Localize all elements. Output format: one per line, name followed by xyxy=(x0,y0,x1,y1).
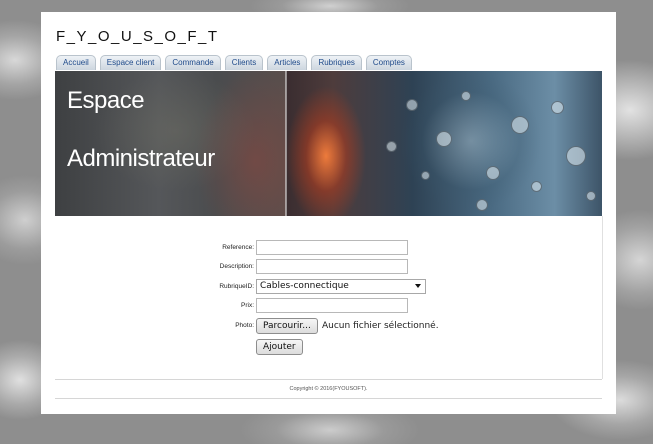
reference-input[interactable] xyxy=(256,240,408,255)
water-drop xyxy=(486,166,500,180)
water-drop xyxy=(461,91,471,101)
water-drop xyxy=(386,141,397,152)
rubrique-selected-value: Cables-connectique xyxy=(260,281,349,291)
add-button[interactable]: Ajouter xyxy=(256,339,303,355)
browse-file-button[interactable]: Parcourir... xyxy=(256,318,318,334)
water-drop xyxy=(551,101,564,114)
nav-tabs: Accueil Espace client Commande Clients A… xyxy=(56,55,416,71)
tab-clients[interactable]: Clients xyxy=(224,55,264,70)
page-container: F_Y_O_U_S_O_F_T Accueil Espace client Co… xyxy=(41,12,616,414)
tab-espace-client[interactable]: Espace client xyxy=(99,55,162,70)
description-label: Description: xyxy=(219,263,254,270)
prix-row: Prix: xyxy=(55,298,602,315)
footer-copyright: Copyright © 2016(FYOUSOFT). xyxy=(289,386,368,392)
water-drop xyxy=(586,191,596,201)
prix-input[interactable] xyxy=(256,298,408,313)
tab-commande[interactable]: Commande xyxy=(165,55,221,70)
rubrique-select[interactable]: Cables-connectique xyxy=(256,279,426,294)
photo-label: Photo: xyxy=(235,322,254,329)
banner-title-line2: Administrateur xyxy=(67,145,215,172)
header-banner: Espace Administrateur xyxy=(55,71,602,216)
rubrique-label: RubriqueID: xyxy=(219,283,254,290)
reference-row: Reference: xyxy=(55,240,602,257)
chevron-down-icon xyxy=(415,284,421,288)
water-drop xyxy=(566,146,586,166)
reference-label: Reference: xyxy=(222,244,254,251)
water-drop xyxy=(421,171,430,180)
site-logo[interactable]: F_Y_O_U_S_O_F_T xyxy=(56,28,219,45)
tab-accueil[interactable]: Accueil xyxy=(56,55,96,70)
tab-comptes[interactable]: Comptes xyxy=(365,55,412,70)
tab-rubriques[interactable]: Rubriques xyxy=(311,55,362,70)
submit-row: Ajouter xyxy=(55,339,602,356)
file-status-text: Aucun fichier sélectionné. xyxy=(322,321,439,331)
banner-title-line1: Espace xyxy=(67,87,145,114)
photo-row: Photo: Parcourir... Aucun fichier sélect… xyxy=(55,318,602,335)
add-article-form: Reference: Description: RubriqueID: Cabl… xyxy=(55,216,603,379)
tab-articles[interactable]: Articles xyxy=(267,55,308,70)
water-drop xyxy=(406,99,418,111)
description-row: Description: xyxy=(55,259,602,276)
rubrique-row: RubriqueID: Cables-connectique xyxy=(55,279,602,296)
banner-water-drops-image xyxy=(286,71,602,216)
footer-top-divider xyxy=(55,379,602,380)
water-drop xyxy=(436,131,452,147)
water-drop xyxy=(531,181,542,192)
water-drop xyxy=(511,116,529,134)
prix-label: Prix: xyxy=(241,302,254,309)
footer-bottom-divider xyxy=(55,398,602,399)
water-drop xyxy=(476,199,488,211)
banner-divider xyxy=(285,71,287,216)
description-input[interactable] xyxy=(256,259,408,274)
